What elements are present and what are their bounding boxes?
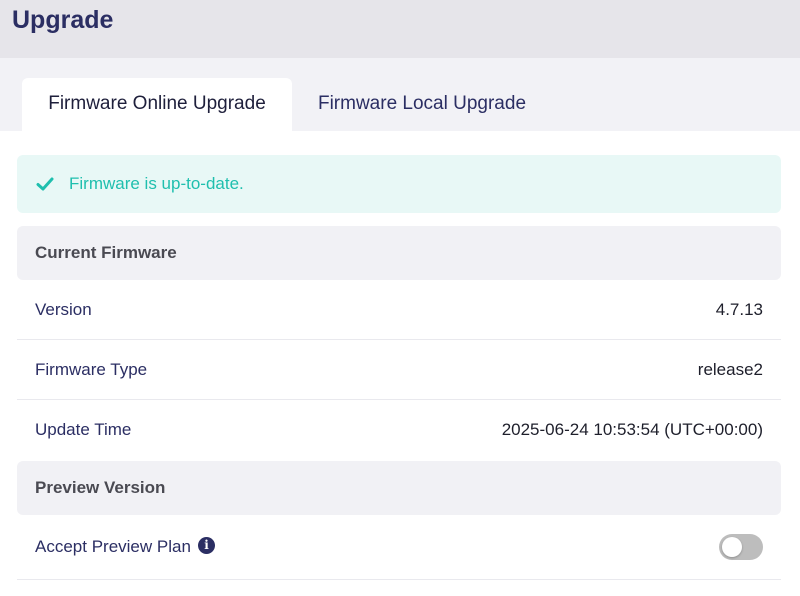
page-header: Upgrade [0, 0, 800, 58]
toggle-knob [722, 537, 742, 557]
accept-preview-row: Accept Preview Plan i [17, 515, 781, 580]
firmware-type-value: release2 [697, 360, 763, 379]
update-time-value: 2025-06-24 10:53:54 (UTC+00:00) [501, 420, 763, 439]
accept-preview-label-wrap: Accept Preview Plan i [35, 536, 215, 558]
preview-version-title: Preview Version [35, 478, 166, 497]
accept-preview-toggle[interactable] [719, 534, 763, 560]
tab-content: Firmware is up-to-date. Current Firmware… [0, 131, 800, 596]
accept-preview-label: Accept Preview Plan [35, 537, 191, 556]
page-title: Upgrade [12, 6, 114, 34]
tab-firmware-online-upgrade[interactable]: Firmware Online Upgrade [22, 78, 292, 131]
update-time-label: Update Time [35, 420, 132, 439]
status-message: Firmware is up-to-date. [69, 174, 244, 193]
version-label: Version [35, 300, 92, 319]
current-firmware-header: Current Firmware [17, 226, 781, 280]
tabs-bar: Firmware Online Upgrade Firmware Local U… [0, 58, 800, 131]
tab-firmware-local-upgrade[interactable]: Firmware Local Upgrade [292, 78, 552, 131]
version-value: 4.7.13 [715, 300, 763, 319]
info-icon[interactable]: i [198, 537, 215, 554]
status-alert: Firmware is up-to-date. [17, 155, 781, 213]
firmware-type-row: Firmware Type release2 [17, 340, 781, 400]
check-icon [36, 177, 54, 191]
firmware-type-label: Firmware Type [35, 360, 148, 379]
version-row: Version 4.7.13 [17, 280, 781, 340]
current-firmware-title: Current Firmware [35, 243, 177, 262]
preview-version-header: Preview Version [17, 461, 781, 515]
update-time-row: Update Time 2025-06-24 10:53:54 (UTC+00:… [17, 400, 781, 460]
